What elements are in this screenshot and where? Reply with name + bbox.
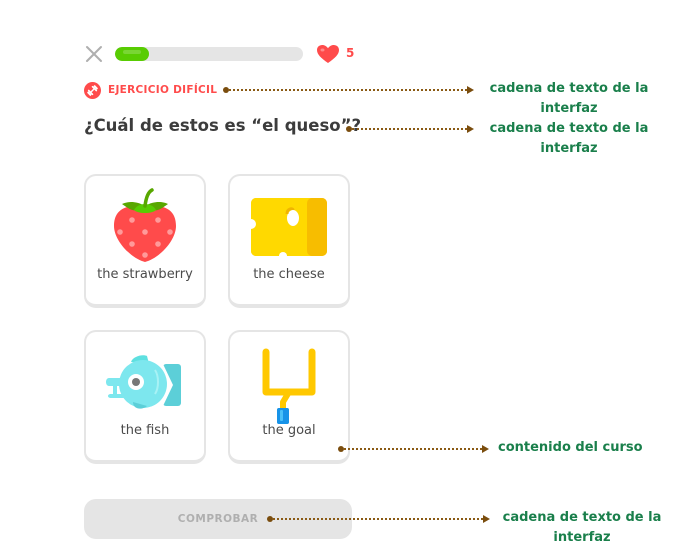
option-card-goal[interactable]: the goal	[228, 330, 350, 464]
heart-icon	[316, 44, 340, 64]
annotation-arrow	[483, 515, 490, 523]
annotation-label: cadena de texto de la interfaz	[489, 81, 649, 116]
question-text: ¿Cuál de estos es “el queso”?	[84, 116, 362, 135]
lesson-progress-bar	[115, 47, 303, 61]
hearts-count: 5	[346, 46, 355, 60]
option-label: the goal	[262, 423, 316, 438]
goalpost-icon	[259, 346, 319, 432]
annotation-line	[229, 89, 467, 91]
cheese-icon	[246, 196, 329, 262]
annotation-label: cadena de texto de la interfaz	[489, 121, 649, 156]
exercise-badge-label: EJERCICIO DIFÍCIL	[108, 84, 218, 96]
option-card-cheese[interactable]: the cheese	[228, 174, 350, 308]
fish-icon	[103, 350, 187, 418]
annotation-line	[273, 518, 483, 520]
annotation-line	[352, 128, 467, 130]
option-label: the strawberry	[97, 267, 193, 282]
annotation-label: cadena de texto de la interfaz	[502, 510, 662, 545]
option-card-strawberry[interactable]: the strawberry	[84, 174, 206, 308]
annotation-arrow	[467, 86, 474, 94]
option-card-fish[interactable]: the fish	[84, 330, 206, 464]
annotation-label: contenido del curso	[498, 440, 643, 455]
progress-shine	[123, 50, 141, 54]
annotation-arrow	[467, 125, 474, 133]
annotation-arrow	[482, 445, 489, 453]
strawberry-icon	[110, 182, 180, 272]
annotation-line	[344, 448, 482, 450]
close-button[interactable]	[84, 44, 104, 64]
dumbbell-icon	[84, 82, 101, 99]
close-x-icon	[86, 46, 102, 62]
option-label: the fish	[120, 423, 170, 438]
option-label: the cheese	[253, 267, 325, 282]
